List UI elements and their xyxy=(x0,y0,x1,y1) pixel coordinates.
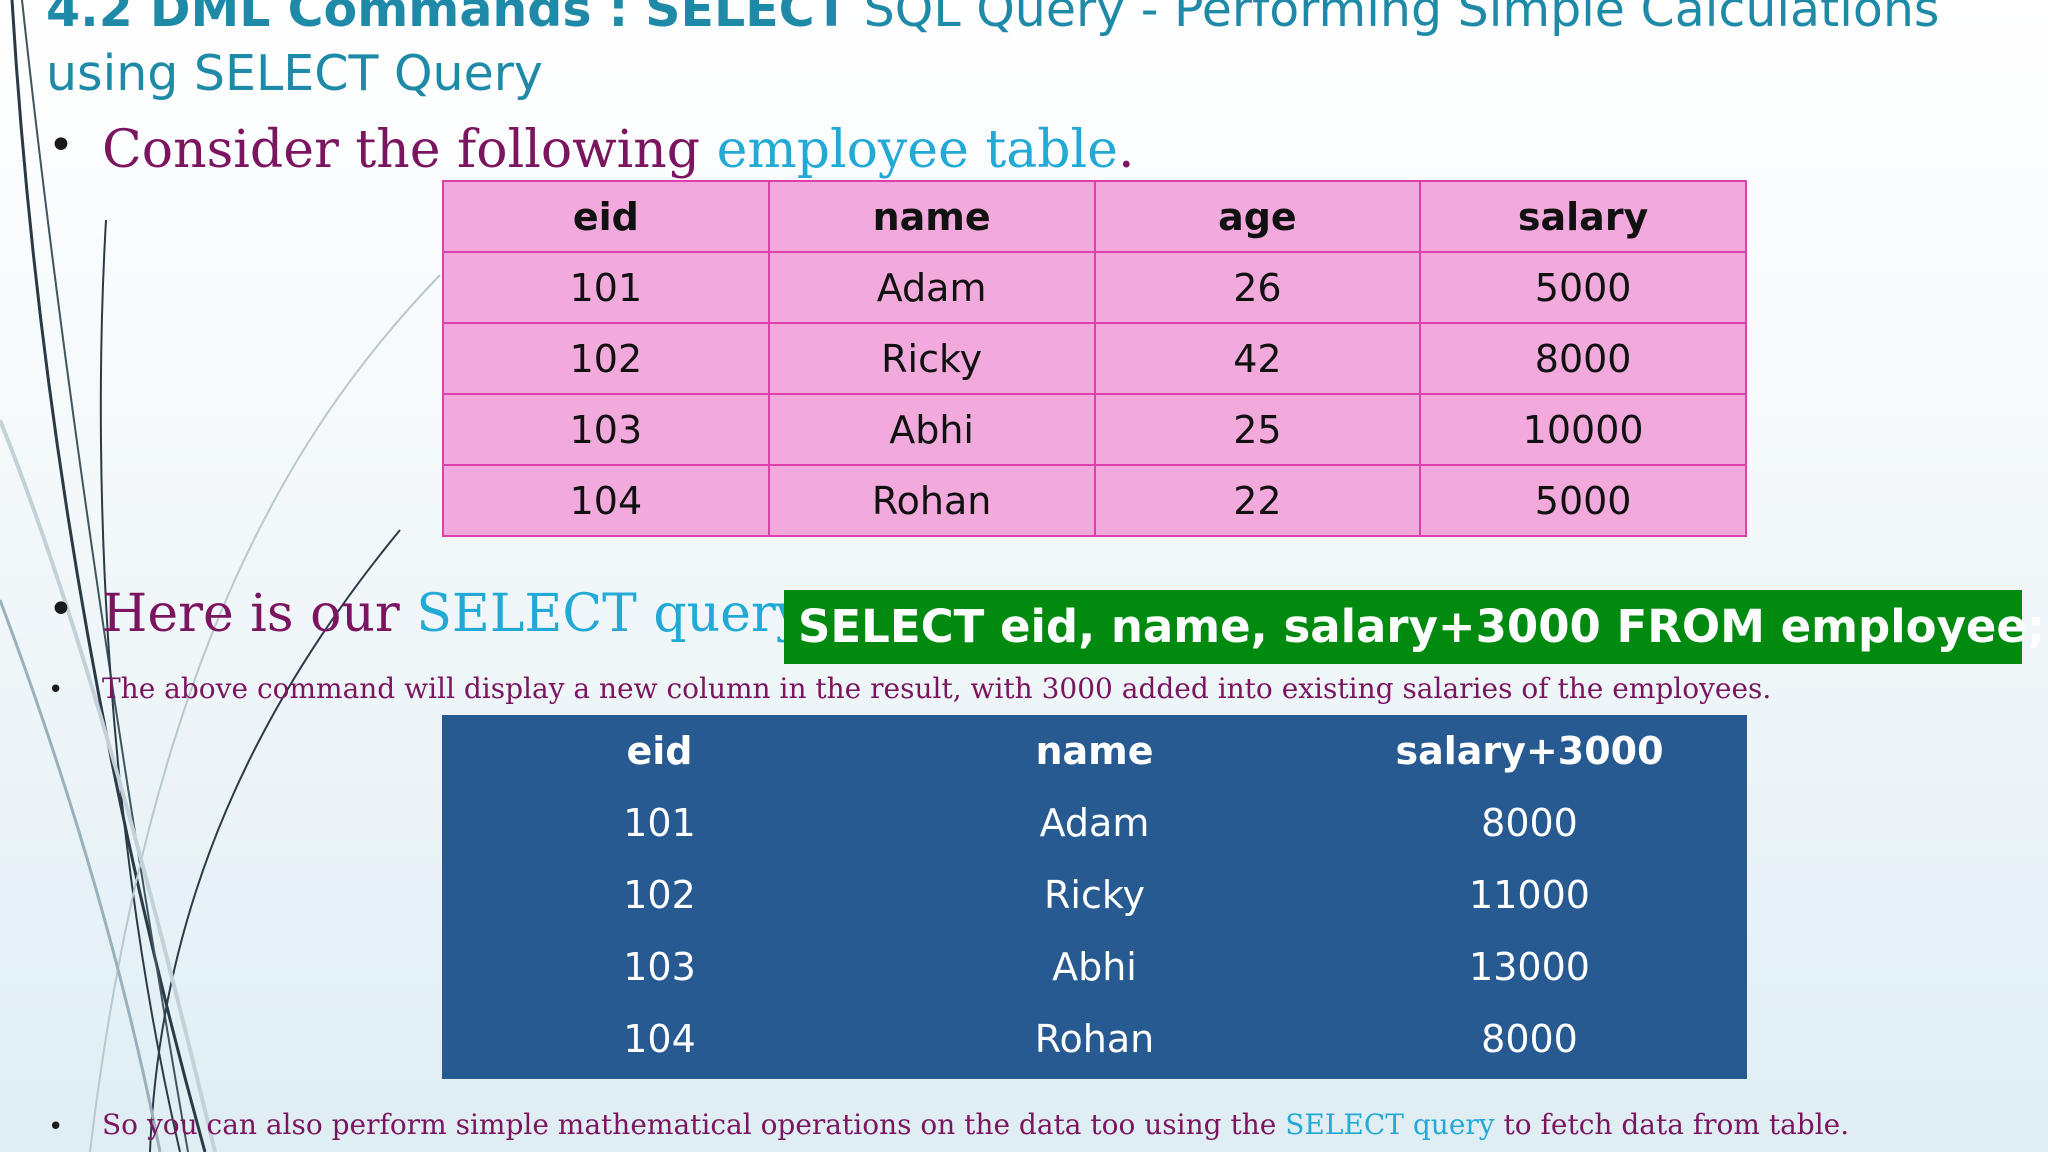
bullet-marker: • xyxy=(48,1112,64,1142)
bullet-highlight: SELECT query xyxy=(416,584,799,644)
table-header-row: eid name salary+3000 xyxy=(442,715,1747,787)
bullet-select-query: Here is our SELECT query, xyxy=(102,580,815,648)
footer-prefix: So you can also perform simple mathemati… xyxy=(102,1108,1286,1141)
bullet-text: Here is our xyxy=(102,584,417,644)
bullet-marker: • xyxy=(48,675,64,705)
table-cell: Adam xyxy=(767,251,1096,324)
footer-highlight: SELECT query xyxy=(1285,1108,1495,1141)
table-cell: Adam xyxy=(1039,801,1150,845)
table-cell: 104 xyxy=(623,1017,696,1061)
table-cell: 25 xyxy=(1093,393,1422,466)
slide-title-bold: 4.2 DML Commands : SELECT xyxy=(46,0,849,38)
bullet-highlight: employee table xyxy=(716,120,1118,180)
table-cell: Ricky xyxy=(767,322,1096,395)
table-cell: 103 xyxy=(623,945,696,989)
employee-table: eid name age salary 101 Adam 26 5000 102… xyxy=(442,180,1747,537)
table-header-row: eid name age salary xyxy=(442,180,1747,253)
table-cell: Rohan xyxy=(767,464,1096,537)
table-cell: 26 xyxy=(1093,251,1422,324)
table-cell: 5000 xyxy=(1419,251,1747,324)
column-header: name xyxy=(767,180,1096,253)
table-row: 104 Rohan 8000 xyxy=(442,1003,1747,1075)
table-cell: 11000 xyxy=(1469,873,1590,917)
table-cell: 10000 xyxy=(1419,393,1747,466)
table-cell: 101 xyxy=(442,251,770,324)
table-cell: 8000 xyxy=(1481,801,1578,845)
column-header: name xyxy=(1035,729,1154,773)
table-cell: 42 xyxy=(1093,322,1422,395)
table-row: 104 Rohan 22 5000 xyxy=(442,464,1747,537)
column-header: salary xyxy=(1419,180,1747,253)
table-cell: Ricky xyxy=(1044,873,1145,917)
bullet-marker: • xyxy=(48,120,74,171)
table-cell: 8000 xyxy=(1419,322,1747,395)
footer-suffix: to fetch data from table. xyxy=(1494,1108,1850,1141)
table-cell: 102 xyxy=(623,873,696,917)
column-header: eid xyxy=(442,180,770,253)
bullet-consider-table: Consider the following employee table. xyxy=(102,116,1135,184)
table-cell: 8000 xyxy=(1481,1017,1578,1061)
table-cell: Abhi xyxy=(767,393,1096,466)
table-cell: 22 xyxy=(1093,464,1422,537)
table-row: 101 Adam 8000 xyxy=(442,787,1747,859)
note-text: The above command will display a new col… xyxy=(102,672,1772,705)
table-cell: 5000 xyxy=(1419,464,1747,537)
bullet-marker: • xyxy=(48,584,74,635)
table-row: 102 Ricky 42 8000 xyxy=(442,322,1747,395)
table-cell: 103 xyxy=(442,393,770,466)
table-row: 101 Adam 26 5000 xyxy=(442,251,1747,324)
table-cell: Rohan xyxy=(1034,1017,1155,1061)
table-row: 102 Ricky 11000 xyxy=(442,859,1747,931)
table-cell: 104 xyxy=(442,464,770,537)
result-table-panel: eid name salary+3000 101 Adam 8000 102 R… xyxy=(442,715,1747,1079)
table-cell: 13000 xyxy=(1469,945,1590,989)
table-cell: Abhi xyxy=(1052,945,1137,989)
table-row: 103 Abhi 25 10000 xyxy=(442,393,1747,466)
column-header: eid xyxy=(626,729,693,773)
sql-query-box: SELECT eid, name, salary+3000 FROM emplo… xyxy=(784,590,2045,664)
bullet-suffix: . xyxy=(1117,120,1135,180)
result-table: eid name salary+3000 101 Adam 8000 102 R… xyxy=(442,715,1747,1075)
column-header: age xyxy=(1093,180,1422,253)
slide-title: 4.2 DML Commands : SELECT SQL Query - Pe… xyxy=(46,0,2006,106)
table-cell: 101 xyxy=(623,801,696,845)
footer-text: So you can also perform simple mathemati… xyxy=(102,1108,1849,1141)
column-header: salary+3000 xyxy=(1395,729,1664,773)
table-row: 103 Abhi 13000 xyxy=(442,931,1747,1003)
table-cell: 102 xyxy=(442,322,770,395)
bullet-text: Consider the following xyxy=(102,120,717,180)
